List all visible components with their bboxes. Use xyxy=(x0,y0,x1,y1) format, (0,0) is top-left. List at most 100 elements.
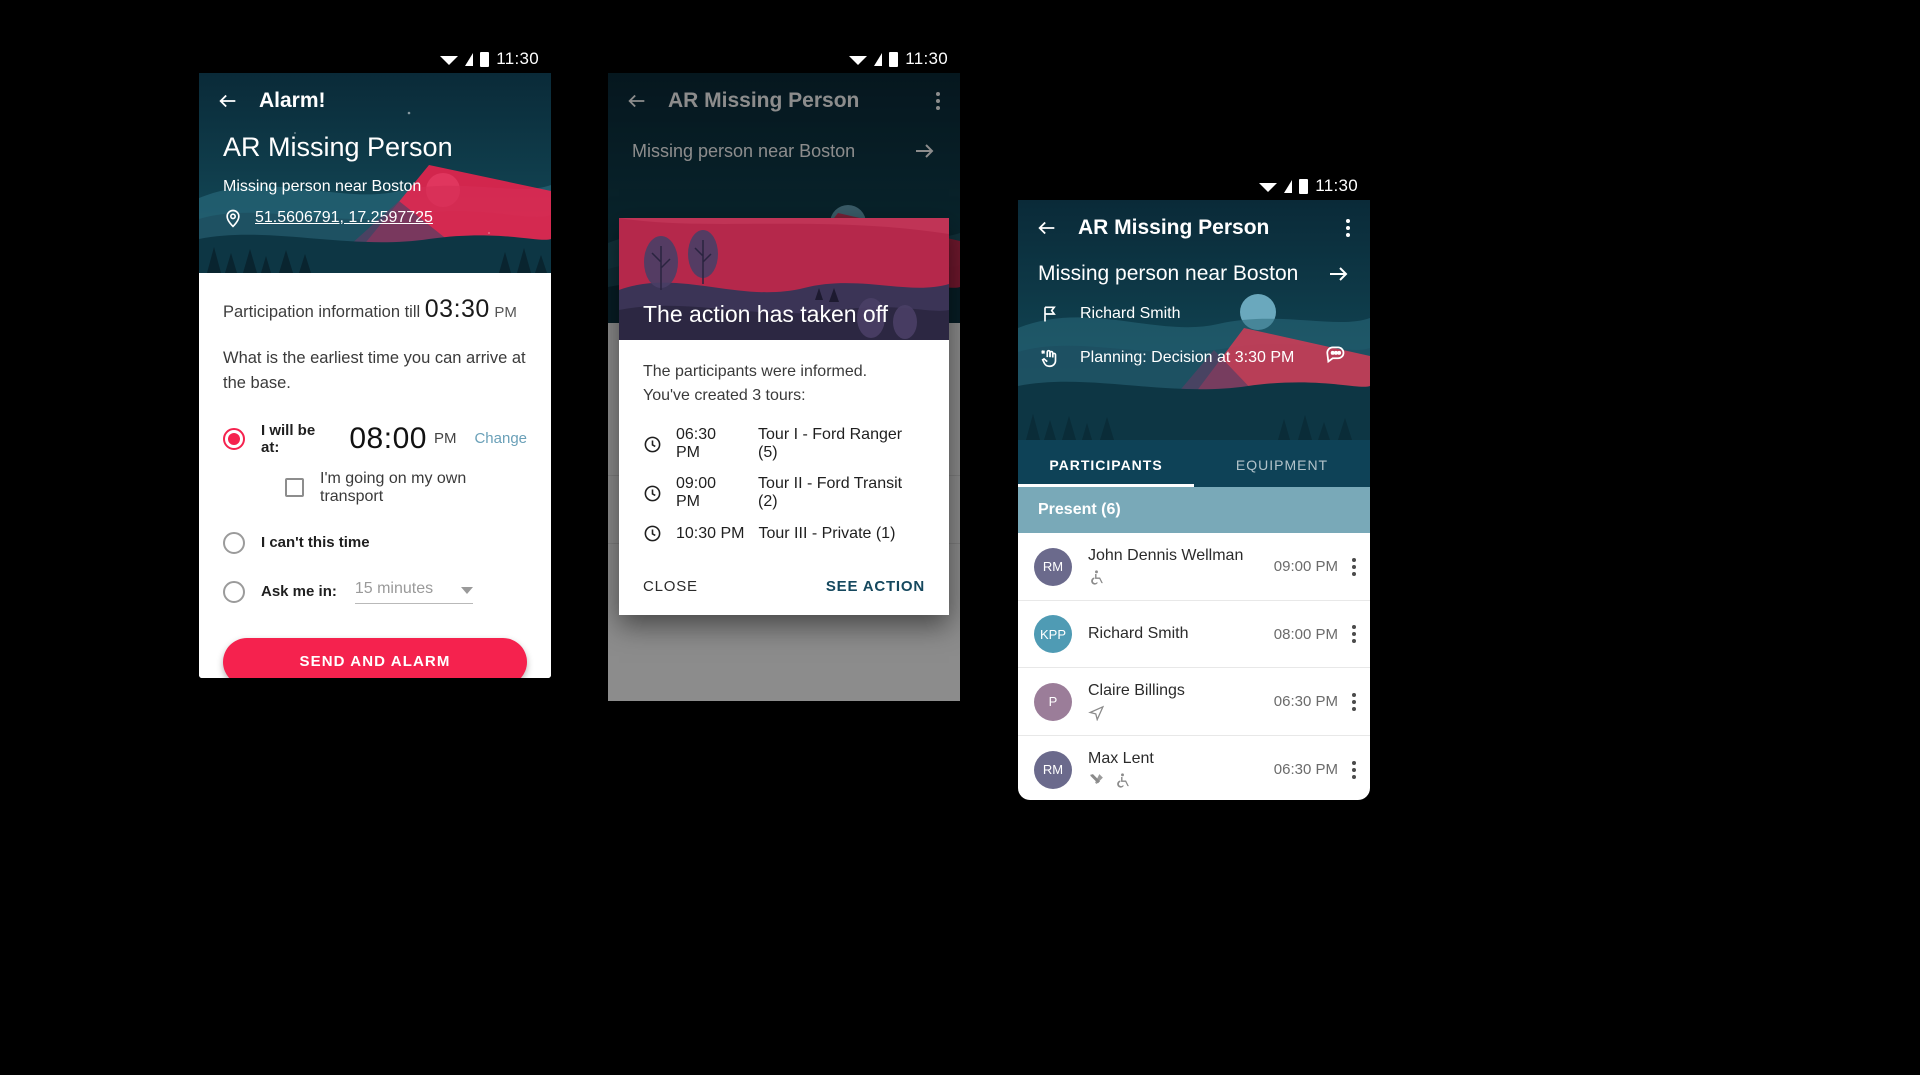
avatar: RM xyxy=(1034,547,1072,586)
question-text: What is the earliest time you can arrive… xyxy=(223,349,526,392)
participant-name: Richard Smith xyxy=(1088,625,1189,642)
participant-name: Claire Billings xyxy=(1088,682,1185,699)
row-menu-button[interactable] xyxy=(1352,557,1356,576)
tab-bar: PARTICIPANTS EQUIPMENT xyxy=(1018,440,1370,487)
action-subtitle: Missing person near Boston xyxy=(223,177,422,195)
coordinates-link[interactable]: 51.5606791, 17.2597725 xyxy=(255,209,433,227)
status-time: 11:30 xyxy=(905,49,948,68)
avatar: P xyxy=(1034,682,1072,721)
dialog-title: The action has taken off xyxy=(643,301,889,327)
arrow-left-icon xyxy=(1038,221,1055,235)
dialog-actions: CLOSE SEE ACTION xyxy=(619,556,949,615)
kebab-menu-icon xyxy=(1346,219,1350,223)
ask-interval-select[interactable]: 15 minutes xyxy=(354,580,473,604)
section-header-present: Present (6) xyxy=(1018,487,1370,533)
tour-name: Tour I - Ford Ranger (5) xyxy=(758,426,903,461)
app-bar-title: AR Missing Person xyxy=(1078,216,1270,239)
app-bar: AR Missing Person xyxy=(1018,200,1370,256)
participant-time: 06:30 PM xyxy=(1273,761,1338,778)
participants-list: RM John Dennis Wellman 09:00 PM KPP Rich… xyxy=(1018,533,1370,800)
option-arrive-at[interactable]: I will be at: 08:00 PM Change xyxy=(223,422,527,456)
app-bar: Alarm! xyxy=(199,73,551,129)
signal-icon xyxy=(874,53,883,66)
wifi-icon xyxy=(1259,182,1278,192)
tours-list: 06:30 PM Tour I - Ford Ranger (5) 09:00 … xyxy=(643,426,925,543)
phone-2-confirmation-dialog: 11:30 AR Missing Person Missing person n… xyxy=(608,45,960,701)
tour-time: 06:30 PM xyxy=(676,426,717,461)
tools-icon xyxy=(1090,774,1103,785)
phone-2-screen: AR Missing Person Missing person near Bo… xyxy=(608,73,960,701)
wheelchair-icon xyxy=(1117,773,1129,788)
hero-header: Alarm! AR Missing Person Missing person … xyxy=(199,73,551,273)
coordinates-row[interactable]: 51.5606791, 17.2597725 xyxy=(223,206,527,230)
subtitle-row[interactable]: Missing person near Boston xyxy=(1038,262,1350,286)
option-ask-label: Ask me in: xyxy=(261,583,337,600)
app-bar-title: Alarm! xyxy=(259,89,326,112)
status-time: 11:30 xyxy=(496,49,539,68)
dialog-see-action-button[interactable]: SEE ACTION xyxy=(826,578,925,595)
phone-1-alarm-form: 11:30 Alarm! AR Missing Person Missing p… xyxy=(199,45,551,678)
overflow-menu-button[interactable] xyxy=(1340,213,1356,243)
table-row[interactable]: RM Max Lent 06:30 PM xyxy=(1018,735,1370,800)
signal-icon xyxy=(465,53,474,66)
hero-text: AR Missing Person Missing person near Bo… xyxy=(199,132,551,230)
dialog-line-1: The participants were informed. xyxy=(643,363,868,380)
participation-pm: PM xyxy=(494,304,517,321)
participant-tags xyxy=(1088,704,1185,721)
tour-item: 09:00 PM Tour II - Ford Transit (2) xyxy=(643,475,925,511)
chat-button[interactable] xyxy=(1324,342,1350,373)
screenshot-canvas: 11:30 Alarm! AR Missing Person Missing p… xyxy=(0,0,1920,1075)
action-subtitle: Missing person near Boston xyxy=(1038,262,1299,285)
form-body: Participation information till 03:30 PM … xyxy=(199,273,551,678)
radio-cannot[interactable] xyxy=(223,531,245,554)
row-menu-button[interactable] xyxy=(1352,625,1356,643)
table-row[interactable]: KPP Richard Smith 08:00 PM xyxy=(1018,600,1370,667)
send-and-alarm-button[interactable]: SEND AND ALARM xyxy=(223,637,527,678)
arrive-time-pm: PM xyxy=(433,430,457,447)
radio-arrive-at[interactable] xyxy=(223,427,245,450)
row-menu-button[interactable] xyxy=(1352,760,1356,779)
planning-row: Planning: Decision at 3:30 PM xyxy=(1038,342,1350,373)
tab-equipment[interactable]: EQUIPMENT xyxy=(1194,440,1370,487)
participant-name: Max Lent xyxy=(1088,750,1154,767)
participant-tags xyxy=(1088,772,1154,789)
battery-icon xyxy=(480,51,490,67)
leader-name: Richard Smith xyxy=(1080,305,1181,322)
hand-decision-icon xyxy=(1041,349,1057,367)
change-time-link[interactable]: Change xyxy=(474,430,527,447)
option-cannot-label: I can't this time xyxy=(261,534,370,551)
own-transport-checkbox[interactable] xyxy=(285,478,304,497)
flag-icon xyxy=(1044,306,1056,322)
chevron-down-icon xyxy=(460,586,473,594)
chat-bubble-icon xyxy=(1326,346,1345,364)
leader-row: Richard Smith xyxy=(1038,304,1350,324)
action-created-dialog: The action has taken off The participant… xyxy=(619,218,949,615)
phone-1-screen: Alarm! AR Missing Person Missing person … xyxy=(199,73,551,678)
tour-name: Tour II - Ford Transit (2) xyxy=(758,475,903,510)
row-menu-button[interactable] xyxy=(1352,692,1356,711)
option-ask-me-in[interactable]: Ask me in: 15 minutes xyxy=(223,580,527,604)
status-bar: 11:30 xyxy=(608,45,960,73)
table-row[interactable]: RM John Dennis Wellman 09:00 PM xyxy=(1018,533,1370,600)
own-transport-row[interactable]: I'm going on my own transport xyxy=(269,470,527,506)
radio-ask-me-in[interactable] xyxy=(223,580,245,603)
phone-3-participants: 11:30 AR Missing Person Missing person n… xyxy=(1018,172,1370,800)
dialog-body: The participants were informed. You've c… xyxy=(619,340,949,543)
option-cannot[interactable]: I can't this time xyxy=(223,531,527,554)
status-time: 11:30 xyxy=(1315,176,1358,195)
tour-name: Tour III - Private (1) xyxy=(758,524,896,542)
tab-participants[interactable]: PARTICIPANTS xyxy=(1018,440,1194,487)
participation-time: 03:30 xyxy=(424,295,490,323)
clock-icon xyxy=(644,525,661,542)
back-button[interactable] xyxy=(1032,213,1062,243)
dialog-close-button[interactable]: CLOSE xyxy=(643,578,698,595)
wifi-icon xyxy=(440,55,459,65)
table-row[interactable]: P Claire Billings 06:30 PM xyxy=(1018,667,1370,735)
clock-icon xyxy=(644,436,661,452)
dialog-line-2: You've created 3 tours: xyxy=(643,387,806,404)
wheelchair-icon xyxy=(1091,570,1103,585)
option-arrive-label: I will be at: xyxy=(261,421,316,456)
battery-icon xyxy=(889,51,899,67)
participation-info: Participation information till 03:30 PM xyxy=(223,295,527,324)
back-button[interactable] xyxy=(213,86,243,116)
